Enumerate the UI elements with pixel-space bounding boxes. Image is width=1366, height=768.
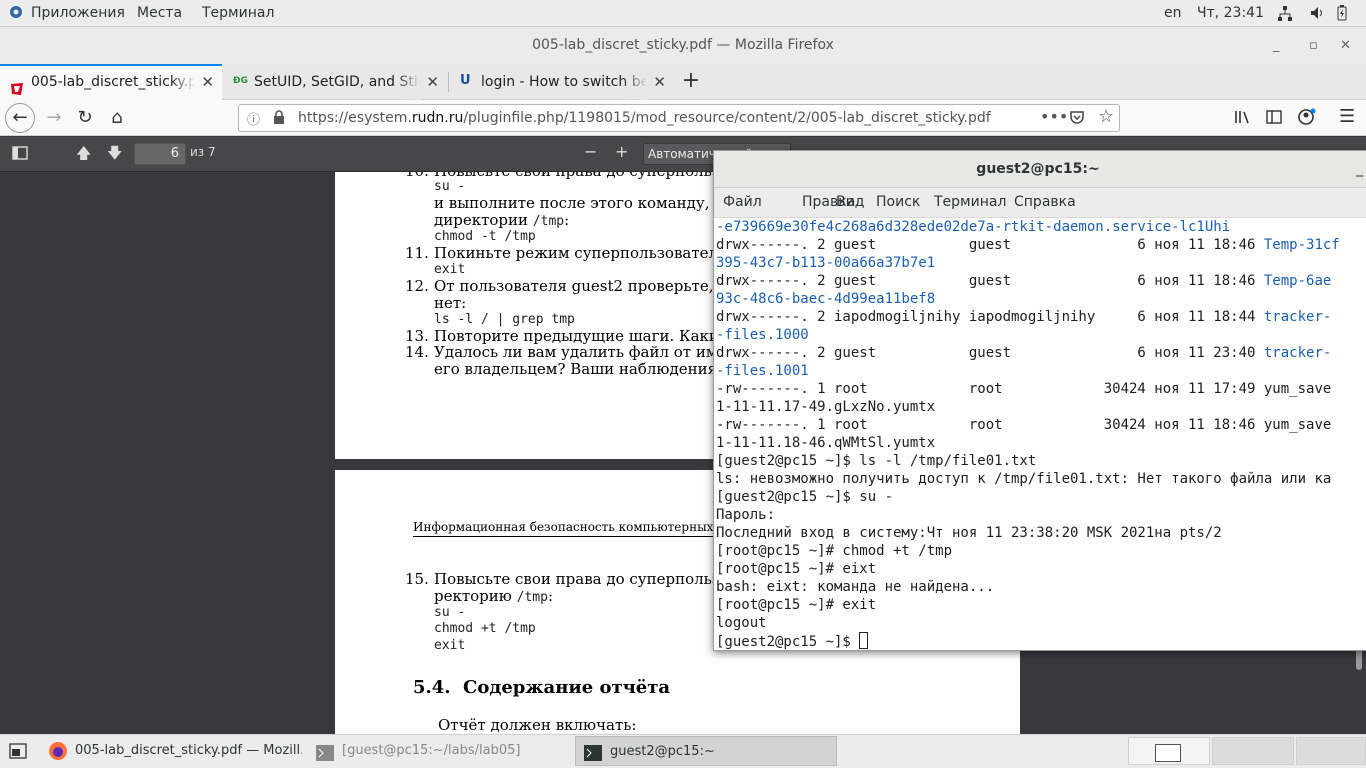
applications-menu[interactable]: Приложения: [31, 5, 125, 21]
terminal-line: Последний вход в систему:Чт ноя 11 23:38…: [716, 525, 1222, 541]
terminal-line: [guest2@pc15 ~]$ su -: [716, 489, 894, 505]
tracking-protection-icon[interactable]: ⓘ: [247, 109, 260, 128]
terminal-window[interactable]: guest2@pc15:~ _ Файл Правка Вид Поиск Те…: [713, 150, 1366, 651]
battery-icon[interactable]: [1337, 5, 1347, 25]
toggle-sidebar-icon[interactable]: [12, 146, 28, 163]
menu-view[interactable]: Вид: [836, 194, 864, 210]
hamburger-menu-icon[interactable]: ☰: [1339, 106, 1355, 127]
library-icon[interactable]: [1234, 109, 1252, 129]
terminal-line: logout: [716, 615, 767, 631]
task-firefox[interactable]: 005-lab_discret_sticky.pdf — Mozill...: [40, 736, 302, 766]
geeks-icon: ĐG: [233, 76, 248, 86]
terminal-line: drwx------. 2 guest guest 6 ноя 11 18:46…: [716, 237, 1340, 253]
close-tab-icon[interactable]: ✕: [426, 64, 439, 100]
terminal-line: Пароль:: [716, 507, 776, 523]
task-terminal-guest[interactable]: [guest@pc15:~/labs/lab05]: [308, 736, 570, 766]
tab-bar: 005-lab_discret_sticky.pdf ✕ ĐG SetUID, …: [0, 64, 1366, 100]
reload-button[interactable]: ↻: [71, 104, 99, 132]
minimize-button[interactable]: _: [1273, 27, 1280, 64]
terminal-menubar: Файл Правка Вид Поиск Терминал Справка: [714, 188, 1366, 218]
terminal-line: 93c-48c6-baec-4d99ea11bef8: [716, 291, 936, 307]
zoom-out-button[interactable]: −: [584, 142, 597, 161]
terminal-line: -files.1001: [716, 363, 809, 379]
workspace-1[interactable]: [1128, 737, 1210, 765]
keyboard-layout[interactable]: en: [1164, 5, 1182, 21]
maximize-button[interactable]: ▫: [1309, 27, 1318, 64]
workspace-2[interactable]: [1212, 737, 1294, 765]
sidebar-icon[interactable]: [1266, 109, 1282, 129]
show-desktop-icon[interactable]: [9, 743, 27, 763]
account-icon[interactable]: [1297, 108, 1317, 130]
volume-icon[interactable]: [1309, 5, 1325, 25]
terminal-line: [root@pc15 ~]# eixt: [716, 561, 877, 577]
menu-terminal[interactable]: Терминал: [934, 194, 1006, 210]
zoom-in-button[interactable]: +: [615, 142, 628, 161]
terminal-line: 1-11-11.18-46.qWMtSl.yumtx: [716, 435, 936, 451]
terminal-line: [guest2@pc15 ~]$ ls -l /tmp/file01.txt: [716, 453, 1037, 469]
back-button[interactable]: ←: [5, 103, 35, 133]
page-number-input[interactable]: 6: [134, 143, 186, 165]
terminal-icon: [316, 743, 334, 766]
terminal-prompt-line[interactable]: [guest2@pc15 ~]$: [716, 632, 869, 650]
top-panel: Приложения Места Терминал en Чт, 23:41: [0, 0, 1366, 27]
terminal-line: drwx------. 2 guest guest 6 ноя 11 23:40…: [716, 345, 1332, 361]
pocket-icon[interactable]: [1069, 109, 1085, 129]
firefox-icon: [48, 741, 68, 766]
menu-file[interactable]: Файл: [723, 194, 762, 210]
terminal-line: -e739669e30fe4c268a6d328ede02de7a-rtkit-…: [716, 219, 1231, 235]
terminal-titlebar: guest2@pc15:~ _: [714, 151, 1366, 188]
terminal-title: guest2@pc15:~: [976, 161, 1100, 177]
page-actions-icon[interactable]: •••: [1040, 107, 1068, 126]
places-menu[interactable]: Места: [137, 5, 182, 21]
forward-button[interactable]: →: [40, 104, 68, 132]
terminal-icon: [584, 743, 602, 765]
apps-menu-icon[interactable]: [8, 4, 24, 24]
terminal-line: [root@pc15 ~]# chmod +t /tmp: [716, 543, 953, 559]
window-list: 005-lab_discret_sticky.pdf — Mozill... […: [0, 734, 1366, 768]
terminal-line: -rw-------. 1 root root 30424 ноя 11 17:…: [716, 381, 1332, 397]
close-tab-icon[interactable]: ✕: [653, 64, 666, 100]
menu-help[interactable]: Справка: [1014, 194, 1076, 210]
close-window-button[interactable]: ✕: [1340, 27, 1351, 64]
home-button[interactable]: ⌂: [103, 104, 131, 132]
menu-search[interactable]: Поиск: [876, 194, 920, 210]
clock[interactable]: Чт, 23:41: [1197, 5, 1264, 21]
url-bar[interactable]: ⓘ https://esystem.rudn.ru/pluginfile.php…: [238, 104, 1120, 132]
tab-pdf[interactable]: 005-lab_discret_sticky.pdf ✕: [0, 64, 222, 100]
terminal-line: 1-11-11.17-49.gLxzNo.yumtx: [716, 399, 936, 415]
page-header: Информационная безопасность компьютерных…: [413, 520, 753, 537]
section-title: Содержание отчёта: [463, 677, 671, 698]
task-terminal-guest2[interactable]: guest2@pc15:~: [575, 736, 837, 766]
unix-icon: U: [460, 73, 471, 88]
terminal-line: 395-43c7-b113-00a66a37b7e1: [716, 255, 936, 271]
url-text: https://esystem.rudn.ru/pluginfile.php/1…: [298, 110, 991, 126]
terminal-line: drwx------. 2 iapodmogiljnihy iapodmogil…: [716, 309, 1332, 325]
new-tab-button[interactable]: +: [678, 64, 704, 100]
next-page-icon[interactable]: 🡇: [107, 143, 122, 168]
pdf-icon: [10, 76, 24, 95]
bookmark-star-icon[interactable]: ☆: [1098, 106, 1114, 127]
workspace-3[interactable]: [1296, 737, 1366, 765]
tab-setuid[interactable]: ĐG SetUID, SetGID, and Sticky Bits ✕: [223, 64, 447, 100]
previous-page-icon[interactable]: 🡅: [76, 143, 91, 168]
firefox-titlebar: 005-lab_discret_sticky.pdf — Mozilla Fir…: [0, 27, 1366, 64]
section-number: 5.4.: [413, 677, 451, 698]
terminal-line: -files.1000: [716, 327, 809, 343]
terminal-line: -rw-------. 1 root root 30424 ноя 11 18:…: [716, 417, 1332, 433]
terminal-line: ls: невозможно получить доступ к /tmp/fi…: [716, 471, 1332, 487]
terminal-line: bash: eixt: команда не найдена...: [716, 579, 995, 595]
terminal-menu[interactable]: Терминал: [202, 5, 274, 21]
terminal-line: drwx------. 2 guest guest 6 ноя 11 18:46…: [716, 273, 1332, 289]
close-tab-icon[interactable]: ✕: [201, 66, 214, 98]
terminal-cursor: [859, 632, 869, 649]
page-count: из 7: [190, 145, 216, 159]
terminal-minimize-button[interactable]: _: [1356, 151, 1363, 188]
lock-icon[interactable]: [273, 110, 285, 129]
tab-login[interactable]: U login - How to switch between users ✕: [450, 64, 674, 100]
terminal-line: [root@pc15 ~]# exit: [716, 597, 877, 613]
network-icon[interactable]: [1278, 6, 1292, 26]
terminal-output[interactable]: -e739669e30fe4c268a6d328ede02de7a-rtkit-…: [716, 218, 1366, 650]
window-title: 005-lab_discret_sticky.pdf — Mozilla Fir…: [532, 37, 834, 53]
navigation-bar: ← → ↻ ⌂ ⓘ https://esystem.rudn.ru/plugin…: [0, 100, 1366, 136]
